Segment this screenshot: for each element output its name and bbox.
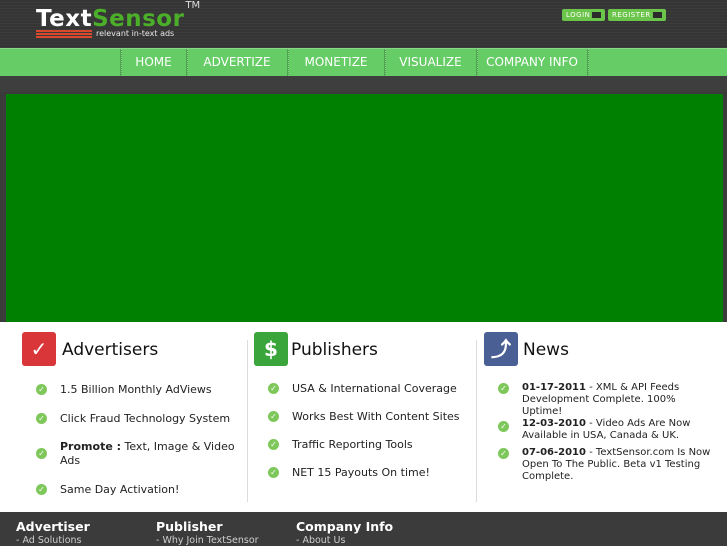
logo-stripes [36, 30, 92, 38]
checkmark-icon: ✓ [22, 332, 56, 366]
nav-home[interactable]: HOME [121, 49, 186, 76]
check-circle-icon: ✓ [498, 383, 509, 394]
nav-monetize[interactable]: MONETIZE [288, 49, 384, 76]
column-divider [476, 340, 477, 502]
features-section: ✓ Advertisers ✓ 1.5 Billion Monthly AdVi… [0, 322, 727, 512]
check-circle-icon: ✓ [36, 384, 47, 395]
check-circle-icon: ✓ [498, 448, 509, 459]
list-item-bold: Promote : [60, 440, 122, 453]
arrow-right-icon [592, 12, 602, 18]
arrow-right-icon [652, 12, 662, 18]
news-date: 01-17-2011 [522, 382, 586, 393]
publishers-column: $ Publishers ✓ USA & International Cover… [254, 322, 472, 512]
nav-company-info[interactable]: COMPANY INFO [477, 49, 587, 76]
list-item-text: Works Best With Content Sites [292, 410, 460, 423]
list-item-text: Same Day Activation! [60, 483, 180, 496]
check-circle-icon: ✓ [268, 411, 279, 422]
footer-publisher: Publisher - Why Join TextSensor [156, 519, 259, 546]
list-item-text: NET 15 Payouts On time! [292, 466, 430, 479]
hero-banner [6, 94, 723, 322]
advertisers-column: ✓ Advertisers ✓ 1.5 Billion Monthly AdVi… [22, 322, 244, 512]
advertisers-title: Advertisers [62, 340, 159, 360]
list-item-text: USA & International Coverage [292, 382, 457, 395]
footer-link[interactable]: - Ad Solutions [16, 535, 90, 546]
check-circle-icon: ✓ [36, 413, 47, 424]
column-divider [247, 340, 248, 502]
nav-visualize[interactable]: VISUALIZE [385, 49, 476, 76]
nav-divider [587, 49, 589, 76]
logo-tagline: relevant in-text ads [96, 29, 175, 38]
list-item-text: Traffic Reporting Tools [292, 438, 413, 451]
footer-company: Company Info - About Us [296, 519, 393, 546]
nav-subbar [0, 76, 727, 92]
news-column: ⤴ News ✓ 01-17-2011 - XML & API Feeds De… [484, 322, 720, 512]
logo-text-primary: Text [36, 6, 93, 32]
check-circle-icon: ✓ [498, 421, 509, 432]
footer-advertiser: Advertiser - Ad Solutions [16, 519, 90, 546]
site-header: TextSensorTM relevant in-text ads LOGIN … [0, 0, 727, 48]
news-title: News [523, 340, 569, 360]
check-circle-icon: ✓ [268, 439, 279, 450]
footer-heading: Company Info [296, 519, 394, 534]
check-circle-icon: ✓ [268, 467, 279, 478]
main-nav: HOME ADVERTIZE MONETIZE VISUALIZE COMPAN… [0, 48, 727, 77]
logo-trademark: TM [185, 0, 201, 11]
register-button[interactable]: REGISTER [608, 9, 666, 21]
check-circle-icon: ✓ [36, 484, 47, 495]
check-circle-icon: ✓ [268, 383, 279, 394]
footer-heading: Publisher [156, 519, 223, 534]
register-label: REGISTER [612, 11, 651, 19]
arrow-up-icon: ⤴ [484, 332, 518, 366]
news-date: 12-03-2010 [522, 418, 586, 429]
publishers-title: Publishers [291, 340, 378, 360]
dollar-icon: $ [254, 332, 288, 366]
check-circle-icon: ✓ [36, 448, 47, 459]
footer-link[interactable]: - Why Join TextSensor [156, 535, 259, 546]
nav-advertize[interactable]: ADVERTIZE [187, 49, 287, 76]
footer-link[interactable]: - About Us [296, 535, 393, 546]
news-date: 07-06-2010 [522, 447, 586, 458]
footer-heading: Advertiser [16, 519, 90, 534]
login-button[interactable]: LOGIN [562, 9, 606, 21]
login-label: LOGIN [566, 11, 591, 19]
list-item-text: Click Fraud Technology System [60, 412, 231, 425]
site-footer: Advertiser - Ad Solutions Publisher - Wh… [0, 512, 727, 546]
list-item-text: 1.5 Billion Monthly AdViews [60, 383, 212, 396]
